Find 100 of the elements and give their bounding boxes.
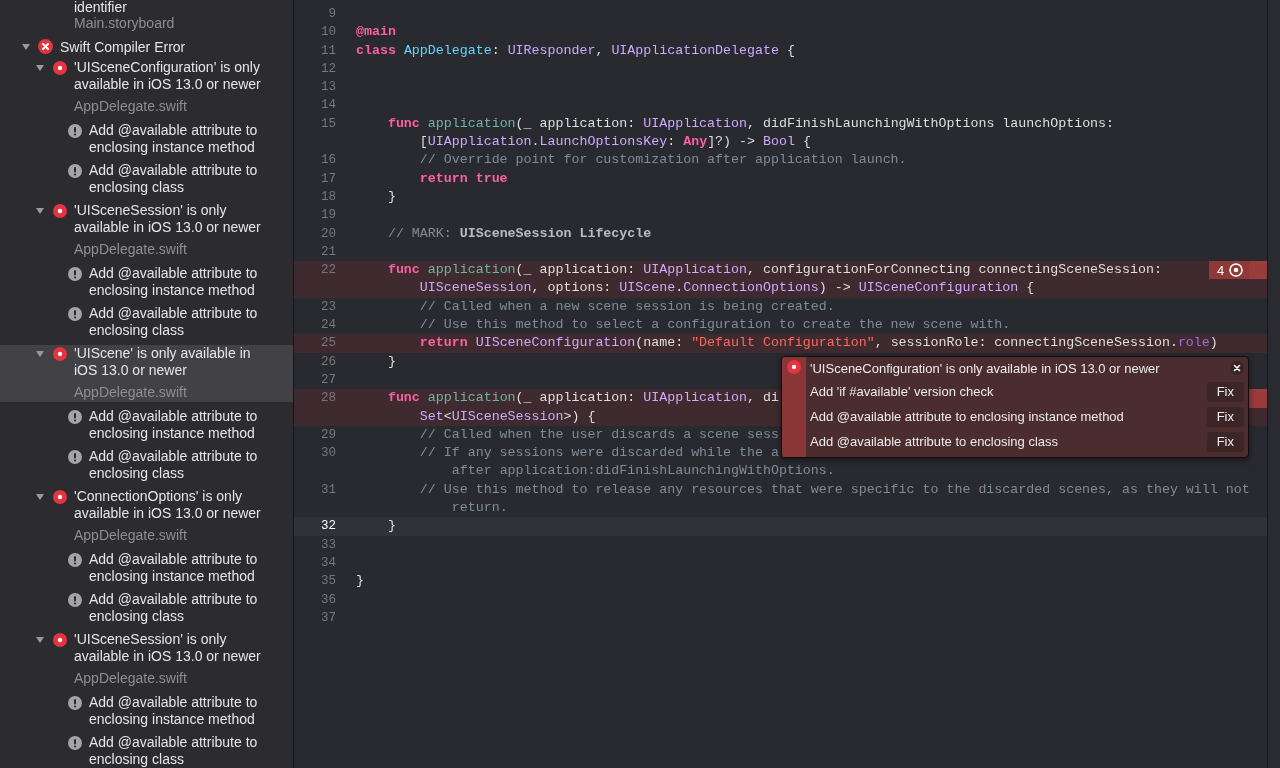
issue-message: 'UISceneConfiguration' is only available in iOS 13.0 or newer (74, 59, 262, 93)
line-number: 11 (321, 43, 336, 58)
line-number: 22 (321, 263, 336, 278)
fix-suggestion[interactable]: Add @available attribute to enclosing class (89, 591, 281, 625)
line-number: 29 (321, 427, 336, 442)
issue-badge[interactable]: 4 (1209, 261, 1249, 280)
fix-suggestion[interactable]: Add @available attribute to enclosing instance method (89, 122, 281, 156)
issue-row[interactable]: 'UISceneSession' is only available in iOS 13.0 or newer AppDelegate.swift (0, 202, 293, 259)
fix-suggestion[interactable]: Add @available attribute to enclosing class (89, 734, 281, 768)
fix-suggestion[interactable]: Add @available attribute to enclosing instance method (89, 265, 281, 299)
line-number: 27 (321, 372, 336, 387)
code-line: func application(_ application: UIApplication, didFinishLaunchingWithOptions launchOptions: (387, 114, 1115, 133)
code-line: // Use this method to release any resources that were specific to the discarded scenes, as they will not (419, 480, 1250, 499)
exclamation-icon (68, 450, 82, 464)
exclamation-icon (68, 736, 82, 750)
disclosure-triangle[interactable] (35, 492, 45, 502)
line-number: 23 (321, 299, 336, 314)
file-name: AppDelegate.swift (74, 383, 188, 402)
line-number: 18 (321, 189, 336, 204)
issue-row[interactable]: 'UIScene' is only available in iOS 13.0 or newer AppDelegate.swift (0, 345, 293, 402)
line-number: 13 (321, 80, 336, 95)
line-number: 17 (321, 171, 336, 186)
fix-button[interactable]: Fix (1206, 381, 1244, 402)
line-number: 34 (321, 555, 336, 570)
disclosure-triangle[interactable] (35, 63, 45, 73)
code-line: // Called when a new scene session is being created. (419, 297, 835, 316)
issue-row[interactable]: 'UISceneConfiguration' is only available in iOS 13.0 or newer AppDelegate.swift (0, 59, 293, 116)
fix-suggestion: Add @available attribute to enclosing instance method (810, 409, 1124, 424)
line-number: 15 (321, 116, 336, 131)
line-number: 25 (321, 336, 336, 351)
fix-button[interactable]: Fix (1206, 406, 1244, 427)
error-marker[interactable] (1249, 389, 1267, 408)
code-line: after application:didFinishLaunchingWithOptions. (451, 462, 835, 481)
file-name: AppDelegate.swift (74, 669, 188, 688)
fix-button[interactable]: Fix (1206, 431, 1244, 452)
close-icon[interactable] (1230, 361, 1244, 375)
fix-suggestion: Add 'if #available' version check (810, 384, 994, 399)
line-number: 16 (321, 153, 336, 168)
error-icon (787, 360, 801, 374)
error-icon (53, 490, 67, 504)
error-icon (53, 347, 67, 361)
exclamation-icon (68, 410, 82, 424)
error-marker[interactable] (1249, 261, 1267, 280)
fix-suggestion[interactable]: Add @available attribute to enclosing instance method (89, 408, 281, 442)
line-number: 35 (321, 574, 336, 589)
issue-detail: identifier (74, 0, 127, 15)
exclamation-icon (68, 267, 82, 281)
code-line: // Called when the user discards a scene sess (419, 425, 779, 444)
error-icon (38, 39, 53, 54)
issue-message: 'UISceneSession' is only available in iOS 13.0 or newer (74, 202, 262, 236)
code-line: } (387, 517, 396, 536)
issue-message: 'UISceneSession' is only available in iOS 13.0 or newer (74, 631, 262, 665)
line-number: 28 (321, 391, 336, 406)
disclosure-triangle[interactable] (35, 206, 45, 216)
code-line: Set<UISceneSession>) { (419, 407, 596, 426)
line-number: 9 (328, 7, 336, 21)
code-line: return UISceneConfiguration(name: "Default Configuration", sessionRole: connectingSceneSession.role) (419, 334, 1218, 353)
fix-suggestion[interactable]: Add @available attribute to enclosing instance method (89, 551, 281, 585)
code-line: class AppDelegate: UIResponder, UIApplicationDelegate { (356, 41, 795, 60)
fix-suggestion[interactable]: Add @available attribute to enclosing class (89, 305, 281, 339)
exclamation-icon (68, 124, 82, 138)
code-line: [UIApplication.LaunchOptionsKey: Any]?) -> Bool { (419, 133, 811, 152)
code-line: func application(_ application: UIApplication, configurationForConnecting connectingSceneSession: (387, 261, 1162, 280)
line-number: 20 (321, 226, 336, 241)
file-name: AppDelegate.swift (74, 526, 188, 545)
code-line: // MARK: UISceneSession Lifecycle (387, 224, 652, 243)
fix-suggestion[interactable]: Add @available attribute to enclosing class (89, 448, 281, 482)
fix-suggestion: Add @available attribute to enclosing class (810, 434, 1059, 449)
code-line: UISceneSession, options: UIScene.ConnectionOptions) -> UISceneConfiguration { (419, 279, 1035, 298)
fix-suggestion[interactable]: Add @available attribute to enclosing class (89, 162, 281, 196)
fix-suggestion[interactable]: Add @available attribute to enclosing instance method (89, 694, 281, 728)
line-number: 12 (321, 61, 336, 76)
disclosure-triangle[interactable] (35, 349, 45, 359)
issue-message: 'ConnectionOptions' is only available in iOS 13.0 or newer (74, 488, 262, 522)
error-icon (53, 633, 67, 647)
code-line: } (356, 572, 364, 591)
line-number: 24 (321, 318, 336, 333)
line-number: 10 (321, 25, 336, 40)
issue-message: 'UISceneConfiguration' is only available in iOS 13.0 or newer (810, 360, 1160, 376)
line-number: 37 (321, 610, 336, 625)
line-number: 36 (321, 592, 336, 607)
line-number: 30 (321, 446, 336, 461)
code-line: @main (356, 23, 396, 42)
exclamation-icon (68, 696, 82, 710)
code-line: } (387, 352, 396, 371)
code-line: return true (419, 169, 508, 188)
error-icon (53, 204, 67, 218)
disclosure-triangle[interactable] (21, 41, 31, 52)
issue-row[interactable]: 'ConnectionOptions' is only available in iOS 13.0 or newer AppDelegate.swift (0, 488, 293, 545)
issue-group-title[interactable]: Swift Compiler Error (60, 38, 186, 55)
exclamation-icon (68, 164, 82, 178)
code-line: // If any sessions were discarded while the a (419, 444, 779, 463)
code-line: func application(_ application: UIApplication, di (387, 389, 779, 408)
file-name: AppDelegate.swift (74, 97, 188, 116)
exclamation-icon (68, 593, 82, 607)
issue-row[interactable]: 'UISceneSession' is only available in iOS 13.0 or newer AppDelegate.swift (0, 631, 293, 688)
disclosure-triangle[interactable] (35, 635, 45, 645)
line-number: 33 (321, 537, 336, 552)
line-number: 32 (321, 519, 336, 534)
file-name: Main.storyboard (74, 15, 175, 31)
